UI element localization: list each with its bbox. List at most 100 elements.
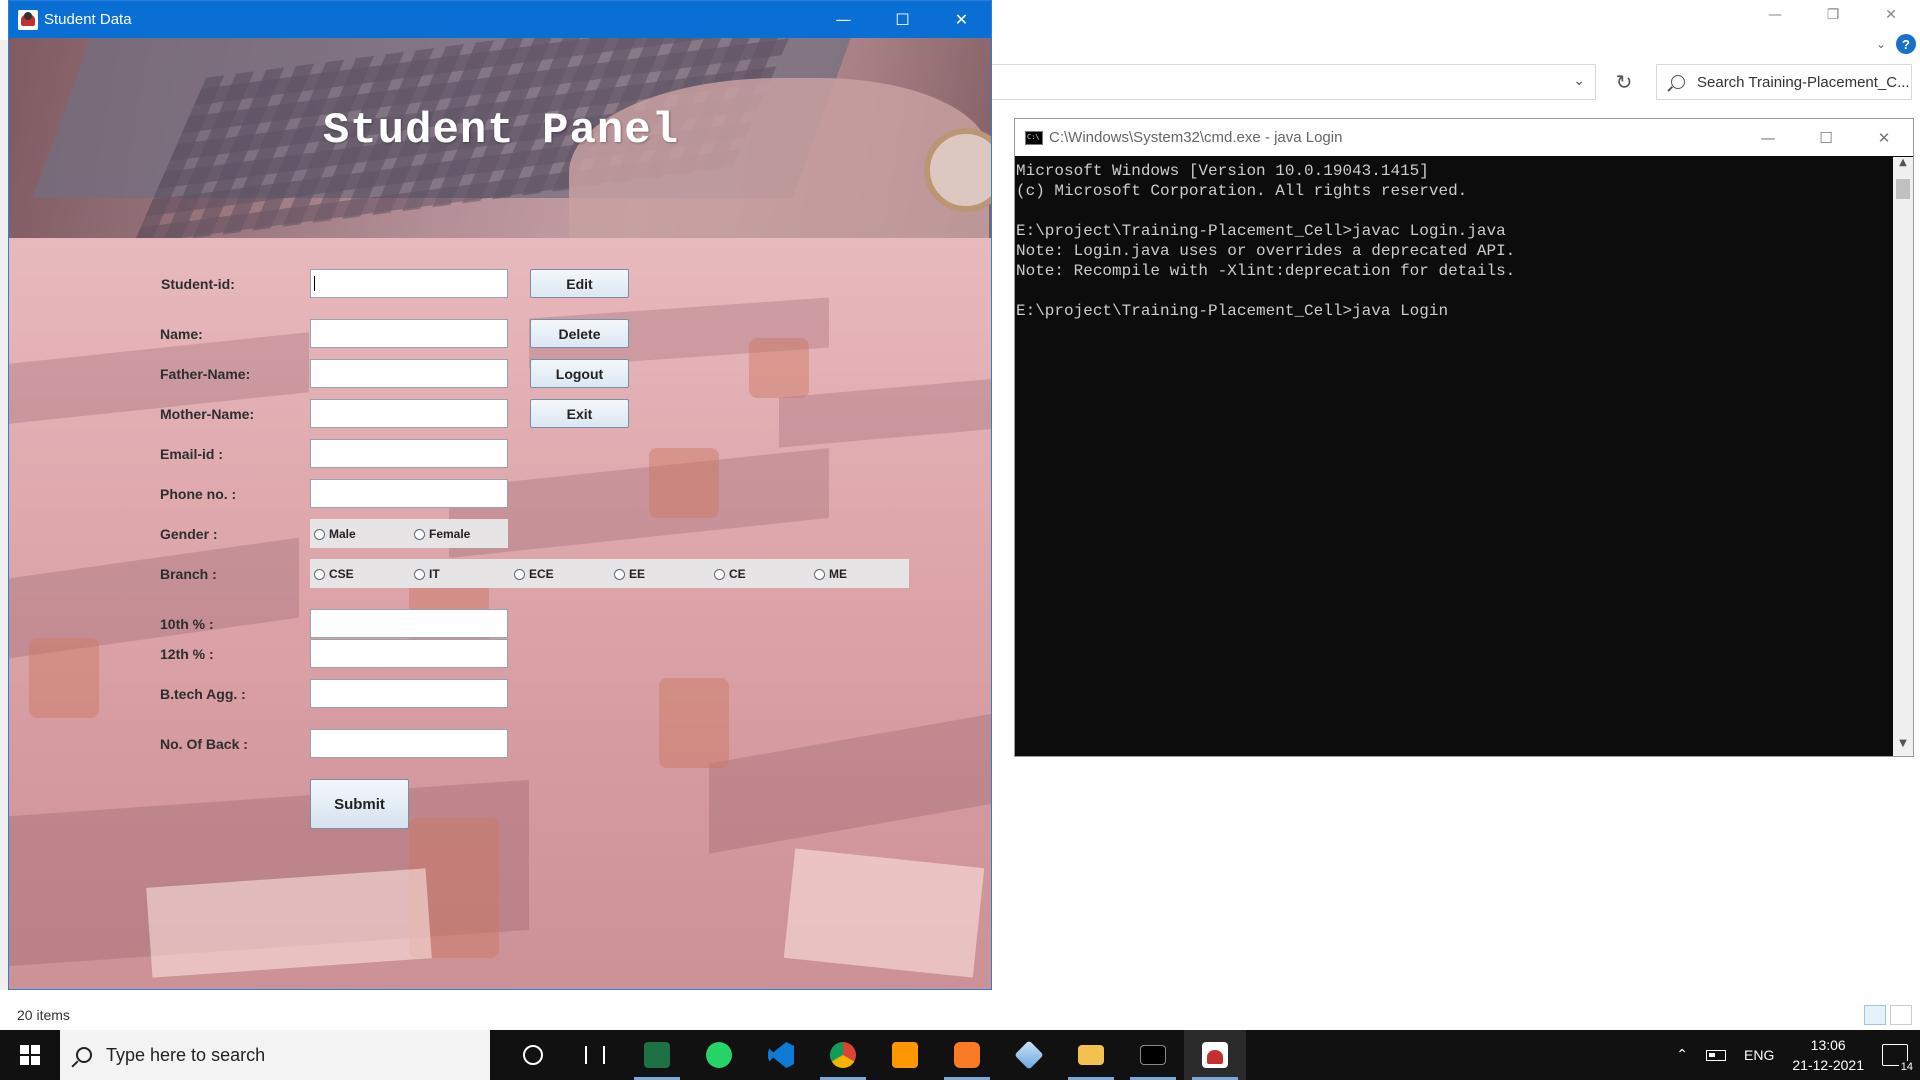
logout-button[interactable]: Logout (530, 359, 629, 388)
details-view-icon[interactable] (1864, 1005, 1886, 1025)
explorer-caption-buttons: — ❐ ✕ (1746, 0, 1920, 30)
branch-it-radio[interactable]: IT (414, 567, 440, 581)
window-titlebar: Student Data — ☐ ✕ (9, 1, 991, 38)
restore-icon[interactable]: ❐ (1804, 0, 1862, 30)
clock-date: 21-12-2021 (1792, 1057, 1864, 1073)
battery-icon[interactable] (1706, 1049, 1727, 1061)
header-banner: Student Panel (9, 38, 991, 238)
branch-ce-radio[interactable]: CE (714, 567, 746, 581)
minimize-icon[interactable]: — (1746, 0, 1804, 30)
email-field[interactable] (310, 439, 508, 468)
background-chair (659, 678, 729, 768)
scroll-up-icon[interactable]: ▲ (1893, 157, 1913, 175)
scroll-thumb[interactable] (1896, 179, 1910, 199)
radio-label: ME (829, 567, 847, 581)
xampp-icon[interactable] (936, 1030, 998, 1080)
radio-label: CSE (329, 567, 354, 581)
sublime-glyph (892, 1042, 918, 1068)
student-id-field[interactable] (310, 269, 508, 298)
background-chair (649, 448, 719, 518)
language-indicator[interactable]: ENG (1744, 1047, 1774, 1063)
background-desk (9, 332, 309, 424)
start-button[interactable] (0, 1030, 60, 1080)
excel-icon[interactable] (626, 1030, 688, 1080)
chevron-down-icon[interactable]: ⌄ (1573, 73, 1585, 89)
window-title: Student Data (44, 11, 132, 28)
show-hidden-icons-icon[interactable]: ⌃ (1676, 1047, 1688, 1063)
panel-title: Student Panel (322, 106, 680, 156)
large-icons-view-icon[interactable] (1890, 1005, 1912, 1025)
close-icon[interactable]: ✕ (1862, 0, 1920, 30)
exit-button[interactable]: Exit (530, 399, 629, 428)
maximize-icon[interactable]: ☐ (1797, 129, 1855, 147)
background-desk (779, 378, 991, 448)
whatsapp-glyph (706, 1042, 732, 1068)
file-explorer-icon[interactable] (1060, 1030, 1122, 1080)
taskbar-search-placeholder: Type here to search (106, 1044, 266, 1065)
branch-me-radio[interactable]: ME (814, 567, 847, 581)
java-app-glyph (1202, 1042, 1228, 1068)
system-tray: ⌃ ENG 13:06 21-12-2021 14 (1676, 1030, 1920, 1080)
minimize-icon[interactable]: — (814, 1, 873, 38)
terminal-icon[interactable] (1122, 1030, 1184, 1080)
sublime-text-icon[interactable] (874, 1030, 936, 1080)
cmd-scrollbar[interactable]: ▲ ▼ (1893, 157, 1913, 756)
vscode-icon[interactable] (750, 1030, 812, 1080)
father-name-label: Father-Name: (160, 366, 251, 382)
close-icon[interactable]: ✕ (1855, 129, 1913, 147)
ribbon-right: ⌄ ? (1876, 34, 1920, 54)
refresh-icon[interactable]: ↻ (1604, 64, 1644, 100)
excel-glyph (644, 1042, 670, 1068)
twelfth-percent-label: 12th % : (160, 646, 214, 662)
backlog-count-label: No. Of Back : (160, 736, 248, 752)
scroll-down-icon[interactable]: ▼ (1893, 738, 1913, 756)
submit-button[interactable]: Submit (310, 779, 409, 829)
whatsapp-icon[interactable] (688, 1030, 750, 1080)
chrome-icon[interactable] (812, 1030, 874, 1080)
help-icon[interactable]: ? (1896, 34, 1916, 54)
tenth-percent-label: 10th % : (160, 616, 214, 632)
backlog-count-field[interactable] (310, 729, 508, 758)
command-prompt-window: C:\Windows\System32\cmd.exe - java Login… (1014, 118, 1914, 757)
radio-label: ECE (529, 567, 554, 581)
father-name-field[interactable] (310, 359, 508, 388)
edit-button[interactable]: Edit (530, 269, 629, 298)
phone-field[interactable] (310, 479, 508, 508)
branch-ece-radio[interactable]: ECE (514, 567, 554, 581)
tenth-percent-field[interactable] (310, 609, 508, 638)
cmd-output[interactable]: Microsoft Windows [Version 10.0.19043.14… (1016, 157, 1893, 756)
close-icon[interactable]: ✕ (932, 1, 991, 38)
xampp-glyph (954, 1042, 980, 1068)
gender-female-radio[interactable]: Female (414, 527, 470, 541)
task-view-icon[interactable] (564, 1030, 626, 1080)
taskbar-search-box[interactable]: Type here to search (60, 1030, 490, 1080)
clock[interactable]: 13:06 21-12-2021 (1792, 1035, 1864, 1075)
cmd-line: Note: Recompile with -Xlint:deprecation … (1016, 262, 1516, 280)
gender-male-radio[interactable]: Male (314, 527, 356, 541)
java-app-icon[interactable] (1184, 1030, 1246, 1080)
delete-button[interactable]: Delete (530, 319, 629, 348)
3d-viewer-glyph (1014, 1040, 1044, 1070)
clock-time: 13:06 (1810, 1037, 1846, 1053)
mother-name-label: Mother-Name: (160, 406, 255, 422)
branch-cse-radio[interactable]: CSE (314, 567, 354, 581)
cmd-line: Microsoft Windows [Version 10.0.19043.14… (1016, 162, 1429, 180)
3d-viewer-icon[interactable] (998, 1030, 1060, 1080)
cortana-icon[interactable] (502, 1030, 564, 1080)
minimize-icon[interactable]: — (1739, 129, 1797, 147)
explorer-search-placeholder: Search Training-Placement_C... (1697, 73, 1910, 91)
chevron-down-icon[interactable]: ⌄ (1876, 37, 1886, 51)
notification-center-icon[interactable]: 14 (1882, 1044, 1915, 1073)
radio-circle-icon (814, 568, 825, 580)
search-icon (76, 1047, 92, 1063)
mother-name-field[interactable] (310, 399, 508, 428)
twelfth-percent-field[interactable] (310, 639, 508, 668)
name-field[interactable] (310, 319, 508, 348)
address-bar[interactable]: ⌄ (990, 64, 1596, 100)
maximize-icon[interactable]: ☐ (873, 1, 932, 38)
explorer-search-input[interactable]: Search Training-Placement_C... (1656, 64, 1912, 100)
java-app-glyph-body (1207, 1050, 1223, 1064)
navigation-pane-edge (0, 40, 8, 990)
branch-ee-radio[interactable]: EE (614, 567, 645, 581)
btech-aggregate-field[interactable] (310, 679, 508, 708)
